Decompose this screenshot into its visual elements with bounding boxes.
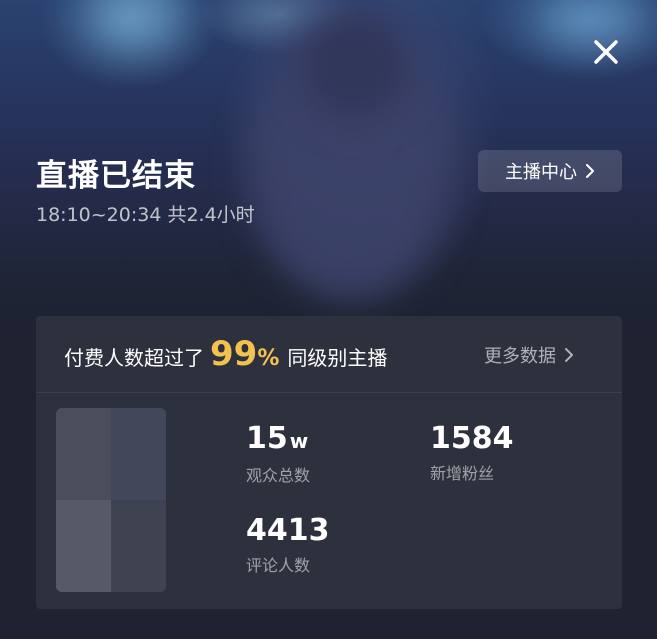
thumbnail-blur-cell bbox=[56, 408, 111, 500]
stat-total-viewers: 15 w 观众总数 bbox=[246, 422, 310, 486]
summary-percent-value: 99 bbox=[210, 334, 258, 374]
more-data-label: 更多数据 bbox=[484, 346, 556, 367]
blurred-avatar-thumbnail bbox=[56, 408, 166, 592]
summary-suffix: 同级别主播 bbox=[287, 346, 388, 370]
stat-label: 新增粉丝 bbox=[430, 464, 495, 483]
thumbnail-blur-cell bbox=[111, 500, 166, 592]
stat-value: 15 bbox=[246, 421, 288, 456]
stats-card-header: 付费人数超过了 99 % 同级别主播 更多数据 bbox=[36, 316, 622, 393]
host-center-button[interactable]: 主播中心 bbox=[478, 150, 622, 192]
host-center-label: 主播中心 bbox=[505, 162, 577, 183]
page-title: 直播已结束 bbox=[36, 158, 196, 194]
chevron-right-icon bbox=[585, 164, 595, 178]
stat-unit: w bbox=[289, 429, 309, 453]
close-icon bbox=[594, 40, 618, 64]
chevron-right-icon bbox=[564, 348, 574, 362]
hero-blur-blob bbox=[90, 0, 180, 50]
stat-comment-users: 4413 评论人数 bbox=[246, 514, 330, 576]
stat-label: 观众总数 bbox=[246, 466, 311, 485]
more-data-link[interactable]: 更多数据 bbox=[484, 342, 574, 368]
stat-value: 4413 bbox=[246, 513, 330, 548]
hero-blur-blob bbox=[300, 10, 410, 120]
thumbnail-blur-cell bbox=[56, 500, 111, 592]
close-button[interactable] bbox=[588, 34, 624, 70]
summary-prefix: 付费人数超过了 bbox=[64, 346, 204, 370]
live-duration: 18:10~20:34 共2.4小时 bbox=[36, 204, 255, 226]
stat-value: 1584 bbox=[430, 421, 514, 456]
stat-label: 评论人数 bbox=[246, 556, 311, 575]
live-ended-screen: 直播已结束 18:10~20:34 共2.4小时 主播中心 付费人数超过了 99… bbox=[0, 0, 657, 639]
summary-percent-sign: % bbox=[257, 346, 280, 371]
ranking-summary: 付费人数超过了 99 % 同级别主播 bbox=[64, 334, 387, 374]
stats-card: 付费人数超过了 99 % 同级别主播 更多数据 15 w 观众总数 1584 新… bbox=[36, 316, 622, 609]
stat-new-fans: 1584 新增粉丝 bbox=[430, 422, 514, 484]
thumbnail-blur-cell bbox=[111, 408, 166, 500]
